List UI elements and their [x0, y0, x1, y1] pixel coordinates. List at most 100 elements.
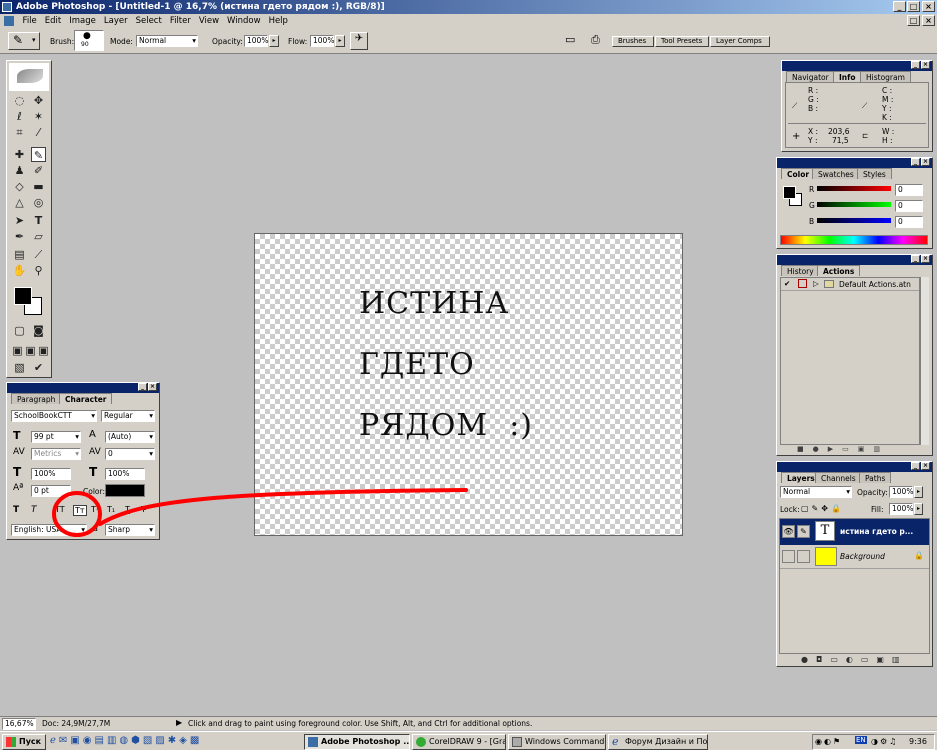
menu-edit[interactable]: Edit — [41, 16, 65, 26]
character-panel-titlebar[interactable]: _ × — [7, 383, 159, 393]
doc-restore-button[interactable]: □ — [907, 15, 920, 26]
tool-preset-picker[interactable]: ✎ ▾ — [8, 32, 40, 50]
font-style-select[interactable]: Regular ▾ — [101, 410, 155, 422]
menu-help[interactable]: Help — [265, 16, 292, 26]
add-mask-icon[interactable]: ▭ — [830, 655, 846, 664]
quickmask-mode-icon[interactable]: ◙ — [31, 323, 46, 338]
imageready-icon[interactable]: ▧ — [12, 360, 27, 375]
lasso-icon[interactable]: ℓ — [12, 109, 27, 124]
eyedropper-icon[interactable]: ⟋ — [31, 247, 46, 262]
color-foreground-front[interactable] — [783, 186, 796, 199]
standard-mode-icon[interactable]: ▢ — [12, 323, 27, 338]
panel-close-button[interactable]: × — [148, 383, 157, 391]
small-caps-button[interactable]: Tт — [73, 505, 87, 516]
opacity-slider-button[interactable]: ▸ — [269, 35, 279, 47]
info-panel-titlebar[interactable]: _ × — [782, 61, 932, 71]
menu-filter[interactable]: Filter — [166, 16, 195, 26]
leading-input[interactable]: (Auto) ▾ — [105, 431, 155, 443]
hand-icon[interactable]: ✋ — [12, 263, 27, 278]
tab-paths[interactable]: Paths — [859, 472, 892, 483]
actions-panel-titlebar[interactable]: _ × — [777, 255, 932, 265]
tab-info[interactable]: Info — [833, 71, 862, 82]
healing-icon[interactable]: ✚ — [12, 147, 27, 162]
eye-icon[interactable]: 👁 — [782, 525, 795, 538]
app-icon[interactable]: ◈ — [179, 735, 190, 746]
well-tab-brushes[interactable]: Brushes — [612, 36, 654, 47]
tab-actions[interactable]: Actions — [817, 265, 861, 276]
color-b-slider[interactable] — [817, 218, 891, 223]
stop-icon[interactable]: ■ — [797, 445, 813, 453]
path-select-icon[interactable]: ➤ — [12, 213, 27, 228]
new-set-icon[interactable]: ▭ — [842, 445, 858, 453]
menu-layer[interactable]: Layer — [100, 16, 132, 26]
well-tab-tool-presets[interactable]: Tool Presets — [655, 36, 709, 47]
stamp-icon[interactable]: ♟ — [12, 163, 27, 178]
brush-link-icon[interactable]: ✎ — [797, 525, 810, 538]
panel-minimize-button[interactable]: _ — [911, 255, 920, 263]
language-indicator[interactable]: EN — [855, 736, 867, 744]
app-icon[interactable]: ▨ — [155, 735, 167, 746]
color-g-slider[interactable] — [817, 202, 891, 207]
adjustment-icon[interactable]: ◐ — [846, 655, 861, 664]
document-canvas[interactable]: ИСТИНА ГДЕТО РЯДОМ :) — [254, 233, 683, 536]
superscript-button[interactable]: T¹ — [91, 505, 99, 514]
palette-well-icon[interactable]: ⎙ — [591, 33, 600, 47]
outlook-icon[interactable]: ✉ — [59, 735, 70, 746]
color-r-input[interactable]: 0 — [895, 184, 923, 196]
move-icon[interactable]: ✥ — [31, 93, 46, 108]
tab-color[interactable]: Color — [781, 168, 816, 179]
tray-icons[interactable]: ◉◐⚑ — [815, 737, 842, 746]
color-spectrum-ramp[interactable] — [780, 235, 928, 245]
app-icon[interactable]: ▥ — [107, 735, 119, 746]
maximize-button[interactable]: □ — [907, 1, 920, 12]
slice-icon[interactable]: ⁄ — [31, 125, 46, 140]
tab-character[interactable]: Character — [59, 393, 113, 404]
faux-italic-button[interactable]: T — [31, 505, 37, 515]
new-action-icon[interactable]: ▣ — [858, 445, 874, 453]
notes-icon[interactable]: ▤ — [12, 247, 27, 262]
crop-icon[interactable]: ⌗ — [12, 125, 27, 140]
subscript-button[interactable]: T₁ — [107, 505, 115, 514]
app-icon[interactable]: ⬢ — [131, 735, 143, 746]
dodge-icon[interactable]: ◎ — [31, 195, 46, 210]
panel-minimize-button[interactable]: _ — [911, 462, 920, 470]
underline-button[interactable]: T — [125, 505, 130, 514]
status-arrow-icon[interactable]: ▶ — [176, 718, 182, 727]
gradient-icon[interactable]: ▬ — [31, 179, 46, 194]
all-caps-button[interactable]: TT — [55, 505, 65, 514]
dialog-toggle-icon[interactable] — [798, 279, 807, 288]
tab-channels[interactable]: Channels — [815, 472, 862, 483]
record-icon[interactable]: ● — [813, 445, 828, 453]
task-forum[interactable]: ℯ Форум Дизайн и По... — [608, 734, 708, 750]
tracking-input[interactable]: 0 ▾ — [105, 448, 155, 460]
vertical-scale-input[interactable]: 100% — [31, 468, 71, 480]
strikethrough-button[interactable]: T — [141, 505, 146, 514]
color-b-input[interactable]: 0 — [895, 216, 923, 228]
file-browser-icon[interactable]: ▭ — [565, 33, 575, 46]
menu-image[interactable]: Image — [65, 16, 100, 26]
new-layer-icon[interactable]: ▣ — [876, 655, 892, 664]
list-item[interactable]: ✔ ▷ Default Actions.atn — [781, 278, 919, 291]
marquee-icon[interactable]: ◌ — [12, 93, 27, 108]
layer-row[interactable]: 👁 ✎ T истина гдето р... — [780, 519, 929, 545]
brush-link-icon[interactable] — [797, 550, 810, 563]
app-icon[interactable]: ▩ — [190, 735, 202, 746]
app-icon[interactable]: ◍ — [119, 735, 131, 746]
brush-tool-icon[interactable]: ✎ — [31, 147, 46, 162]
antialias-select[interactable]: Sharp ▾ — [105, 524, 155, 536]
menu-window[interactable]: Window — [223, 16, 265, 26]
foreground-color-front[interactable] — [14, 287, 32, 305]
well-tab-layer-comps[interactable]: Layer Comps — [710, 36, 770, 47]
close-button[interactable]: × — [922, 1, 935, 12]
flow-slider-button[interactable]: ▸ — [335, 35, 345, 47]
delete-icon[interactable]: ▥ — [873, 445, 889, 453]
delete-layer-icon[interactable]: ▥ — [892, 655, 908, 664]
panel-close-button[interactable]: × — [921, 255, 930, 263]
font-size-input[interactable]: 99 pt ▾ — [31, 431, 81, 443]
tray-icons[interactable]: ◑⚙♫ — [871, 737, 898, 746]
panel-minimize-button[interactable]: _ — [138, 383, 147, 391]
color-g-input[interactable]: 0 — [895, 200, 923, 212]
app-icon[interactable]: ▤ — [95, 735, 107, 746]
fill-input[interactable]: 100% — [889, 503, 913, 515]
faux-bold-button[interactable]: T — [13, 505, 19, 515]
